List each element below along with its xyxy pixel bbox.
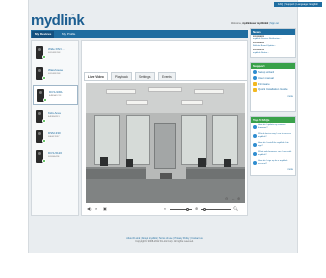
- online-status-icon: [42, 55, 46, 59]
- device-mac: E4F8B42F1: [48, 116, 60, 118]
- video-ceiling-light: [194, 89, 224, 94]
- news-box: News 2012/08/23 mydlink Service Notificat…: [250, 28, 296, 58]
- device-item[interactable]: Wide PAN ... 00155FF20F: [33, 43, 78, 63]
- video-monitor: [100, 157, 108, 166]
- video-ceiling-light: [148, 87, 182, 92]
- tab-settings[interactable]: Settings: [135, 72, 155, 80]
- brightness-slider-handle[interactable]: [186, 207, 189, 211]
- video-chair: [160, 173, 172, 179]
- device-name: DSM-330: [48, 131, 61, 135]
- question-icon: [253, 160, 257, 165]
- video-controls: ⊖ ↔ ⊕ ◀) ⌕ ▣ ◐ ⊕ 🔍︎: [86, 197, 245, 215]
- sign-out-link[interactable]: | Sign out: [269, 22, 279, 25]
- video-monitor: [224, 159, 231, 167]
- wizard-icon: [253, 70, 257, 74]
- video-ceiling-light: [126, 100, 148, 105]
- news-item[interactable]: 2012/08/20 Bulletin Board Update...: [251, 42, 295, 49]
- online-status-icon: [42, 139, 46, 143]
- device-name: Warehouse: [48, 68, 64, 72]
- device-name: Kids Area: [48, 111, 61, 115]
- video-ceiling-light: [181, 100, 203, 105]
- question-icon: [253, 151, 257, 156]
- tab-my-profile[interactable]: My Profile: [59, 31, 78, 38]
- device-item[interactable]: DSM-330 00E0F76F7: [33, 127, 78, 147]
- device-name: Wide PAN ...: [48, 47, 65, 51]
- video-monitor: [126, 159, 133, 167]
- user-name: mydlinkuser mydlinkid: [242, 22, 269, 25]
- quick-guide-link[interactable]: Quick Installation Guide: [251, 87, 295, 95]
- device-mac: E4B3ACC1F: [49, 95, 62, 97]
- video-window: [212, 115, 238, 165]
- video-floor: [86, 179, 245, 203]
- page: FAQ | Support | Language: English mydlin…: [0, 0, 326, 278]
- question-icon: [253, 124, 257, 129]
- online-status-icon: [42, 76, 46, 80]
- support-box: Support Setup wizard User manual Firmwar…: [250, 62, 296, 112]
- video-ceiling-light: [106, 89, 136, 94]
- device-mac: 00180E42E: [48, 156, 60, 158]
- device-item[interactable]: Warehouse 00155FF20F: [33, 64, 78, 84]
- tab-events[interactable]: Events: [158, 72, 176, 80]
- guide-icon: [253, 88, 257, 92]
- magnifier-icon: 🔍︎: [233, 206, 239, 211]
- logo-text: mydlink: [31, 12, 85, 29]
- snapshot-icon[interactable]: ▣: [103, 207, 107, 211]
- device-mac: 00E0F76F7: [48, 136, 60, 138]
- copyright: Copyright© 2008-2012 D-Link Corp. All ri…: [135, 240, 194, 244]
- welcome-prefix: Welcome,: [231, 22, 242, 25]
- firmware-icon: [253, 82, 257, 86]
- video-desk: [186, 167, 245, 179]
- online-status-icon: [43, 98, 47, 102]
- tab-my-devices[interactable]: My Devices: [32, 31, 55, 38]
- device-item[interactable]: Kids Area E4F8B42F1: [33, 107, 78, 127]
- faq-item[interactable]: Which device may I use to access mydlink…: [251, 132, 295, 141]
- top-links[interactable]: FAQ | Support | Language: English: [274, 2, 322, 7]
- faq-item[interactable]: What web browsers can I use with mydlink…: [251, 150, 295, 159]
- device-mac: 00155FF20F: [48, 52, 61, 54]
- welcome-message: Welcome, mydlinkuser mydlinkid | Sign ou…: [231, 22, 294, 25]
- video-desk: [86, 167, 146, 179]
- faq-box: Top 5 FAQs How do I update my camera fir…: [250, 116, 296, 176]
- news-item[interactable]: 2012/08/23 mydlink Service Notification..…: [251, 35, 295, 42]
- video-window: [126, 115, 150, 165]
- device-item[interactable]: DCS-5120 00180E42E: [33, 147, 78, 167]
- zoom-in-icon[interactable]: ⊕: [237, 197, 240, 201]
- device-name: DCS-930L: [49, 90, 64, 94]
- live-video-view[interactable]: [86, 83, 245, 203]
- faq-item[interactable]: How do I sign up for a mydlink account?: [251, 159, 295, 168]
- news-item[interactable]: 2012/06/15 mydlink Notice...: [251, 49, 295, 56]
- zoom-out-icon[interactable]: ⊖: [225, 197, 228, 201]
- zoom-icon: ⊕: [195, 206, 199, 211]
- device-list: Wide PAN ... 00155FF20F Warehouse 00155F…: [31, 40, 79, 216]
- question-icon: [253, 133, 257, 138]
- device-item-selected[interactable]: DCS-930L E4B3ACC1F: [33, 85, 78, 105]
- device-name: DCS-5120: [48, 151, 63, 155]
- microphone-icon[interactable]: ⌕: [95, 207, 97, 211]
- speaker-icon[interactable]: ◀): [87, 207, 91, 211]
- faq-item[interactable]: How do I install the mydlink Lite app?: [251, 141, 295, 150]
- pan-icon[interactable]: ↔: [231, 197, 235, 201]
- support-more-link[interactable]: more: [251, 95, 295, 99]
- manual-icon: [253, 76, 257, 80]
- device-mac: 00155FF20F: [48, 73, 61, 75]
- device-panel: Live Video Playback Settings Events ⊖ ↔ …: [81, 40, 248, 216]
- footer: About D-Link | About mydlink | Terms of …: [81, 237, 248, 244]
- online-status-icon: [42, 159, 46, 163]
- tab-playback[interactable]: Playback: [111, 72, 132, 80]
- mydlink-logo[interactable]: mydlink ™: [31, 10, 85, 30]
- video-partition: [154, 123, 176, 169]
- faq-item[interactable]: How do I update my camera firmware?: [251, 123, 295, 132]
- brightness-icon: ◐: [164, 206, 167, 211]
- tab-divider: [84, 80, 247, 81]
- tab-live-video[interactable]: Live Video: [84, 72, 108, 80]
- main-nav: My Devices My Profile: [31, 30, 248, 38]
- zoom-slider-handle[interactable]: [203, 207, 206, 211]
- logo-trademark: ™: [71, 13, 74, 17]
- online-status-icon: [42, 119, 46, 123]
- video-monitor: [198, 158, 206, 167]
- faq-more-link[interactable]: more: [251, 168, 295, 172]
- question-icon: [253, 142, 257, 147]
